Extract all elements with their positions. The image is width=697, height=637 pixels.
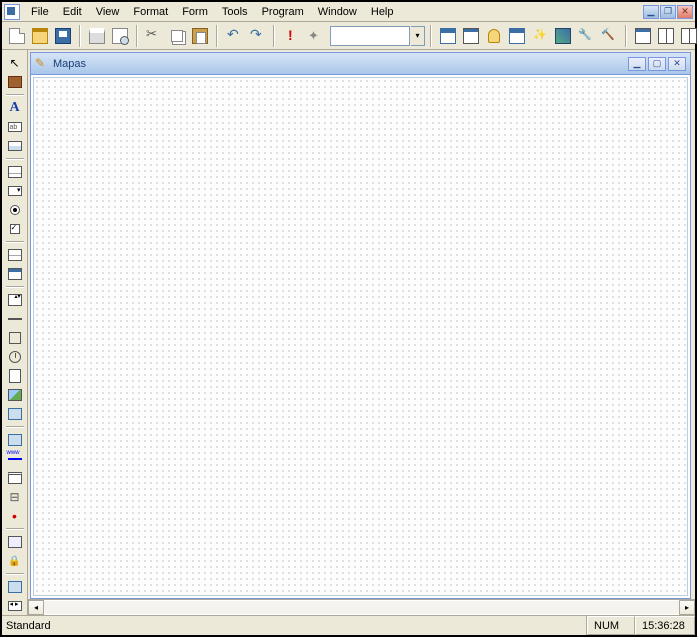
builder-button[interactable] [552,25,574,47]
redo-button[interactable] [246,25,268,47]
status-num-indicator: NUM [587,616,635,635]
window-tile-button[interactable] [632,25,654,47]
combobox-tool[interactable] [5,182,25,200]
line-tool[interactable] [5,310,25,328]
menu-view[interactable]: View [89,4,127,20]
menu-bar: File Edit View Format Form Tools Program… [2,2,695,22]
horizontal-scrollbar[interactable]: ◂ ▸ [28,599,695,615]
form-icon [35,57,49,71]
code-window-button[interactable] [483,25,505,47]
toolbox-separator [6,528,24,530]
main-area: A [2,50,695,615]
form-controls-toolbar: A [2,50,28,615]
optiongroup-tool[interactable] [5,201,25,219]
container-tool[interactable] [5,469,25,487]
open-button[interactable] [29,25,51,47]
object-combo[interactable] [330,26,410,46]
menu-tools[interactable]: Tools [215,4,255,20]
separator-tool[interactable] [5,488,25,506]
form-minimize-button[interactable]: ▁ [628,57,646,71]
tools-button[interactable] [575,25,597,47]
activex-tool[interactable] [5,507,25,525]
mdi-minimize-button[interactable]: ▁ [643,5,659,19]
mdi-window-controls: ▁ ❐ ✕ [643,5,695,19]
app-icon [4,4,20,20]
toolbox-separator [6,573,24,575]
dataenv-button[interactable] [529,25,551,47]
scroll-right-button[interactable]: ▸ [679,600,695,615]
modify-button[interactable] [303,25,325,47]
toolbox-separator [6,426,24,428]
checkbox-tool[interactable] [5,220,25,238]
status-text: Standard [2,616,587,635]
textbox-tool[interactable] [5,118,25,136]
form-maximize-button[interactable]: ▢ [648,57,666,71]
form-design-surface[interactable] [33,77,688,596]
editbox-tool[interactable] [5,137,25,155]
pageframe-tool[interactable] [5,367,25,385]
mdi-client-area: Mapas ▁ ▢ ✕ ◂ ▸ [28,50,695,615]
form-title: Mapas [53,58,86,70]
listbox-tool[interactable] [5,163,25,181]
form-close-button[interactable]: ✕ [668,57,686,71]
scroll-track[interactable] [44,600,679,615]
object-combo-dropdown[interactable]: ▾ [411,26,425,46]
select-tool[interactable] [5,54,25,72]
toolbox-separator [6,241,24,243]
image-tool[interactable] [5,386,25,404]
form-designer-titlebar[interactable]: Mapas ▁ ▢ ✕ [31,53,690,75]
undo-button[interactable] [223,25,245,47]
cut-button[interactable] [143,25,165,47]
commandgroup-tool[interactable] [5,265,25,283]
form-window-button[interactable] [437,25,459,47]
status-clock: 15:36:28 [635,616,695,635]
scroll-left-button[interactable]: ◂ [28,600,44,615]
menu-window[interactable]: Window [311,4,364,20]
run-button[interactable] [280,25,302,47]
olebound-tool[interactable] [5,431,25,449]
menu-help[interactable]: Help [364,4,401,20]
menu-file[interactable]: File [24,4,56,20]
menu-edit[interactable]: Edit [56,4,89,20]
autoformat-button[interactable] [460,25,482,47]
mdi-close-button[interactable]: ✕ [677,5,693,19]
builder-lock-tool[interactable] [5,552,25,570]
menu-form[interactable]: Form [175,4,215,20]
form-designer-window[interactable]: Mapas ▁ ▢ ✕ [30,52,691,599]
toolbox-separator [6,286,24,288]
print-preview-button[interactable] [109,25,131,47]
new-button[interactable] [6,25,28,47]
print-button[interactable] [86,25,108,47]
datanav-tool[interactable] [5,597,25,615]
copy-button[interactable] [166,25,188,47]
timer-tool[interactable] [5,348,25,366]
view-classes-tool[interactable] [5,73,25,91]
button-tool[interactable] [5,533,25,551]
toolbox-separator [6,158,24,160]
standard-toolbar: ▾ [2,22,695,50]
ole-tool[interactable] [5,405,25,423]
paste-button[interactable] [189,25,211,47]
menu-format[interactable]: Format [126,4,175,20]
label-tool[interactable]: A [5,99,25,117]
grid-tool[interactable] [5,246,25,264]
save-button[interactable] [52,25,74,47]
spinner-tool[interactable] [5,291,25,309]
window-vertical-button[interactable] [678,25,697,47]
menu-program[interactable]: Program [255,4,311,20]
dataenv-tool[interactable] [5,578,25,596]
build-button[interactable] [598,25,620,47]
properties-button[interactable] [506,25,528,47]
shape-tool[interactable] [5,329,25,347]
window-horizontal-button[interactable] [655,25,677,47]
status-bar: Standard NUM 15:36:28 [2,615,695,635]
hyperlink-tool[interactable] [5,450,25,468]
toolbox-separator [6,94,24,96]
mdi-restore-button[interactable]: ❐ [660,5,676,19]
